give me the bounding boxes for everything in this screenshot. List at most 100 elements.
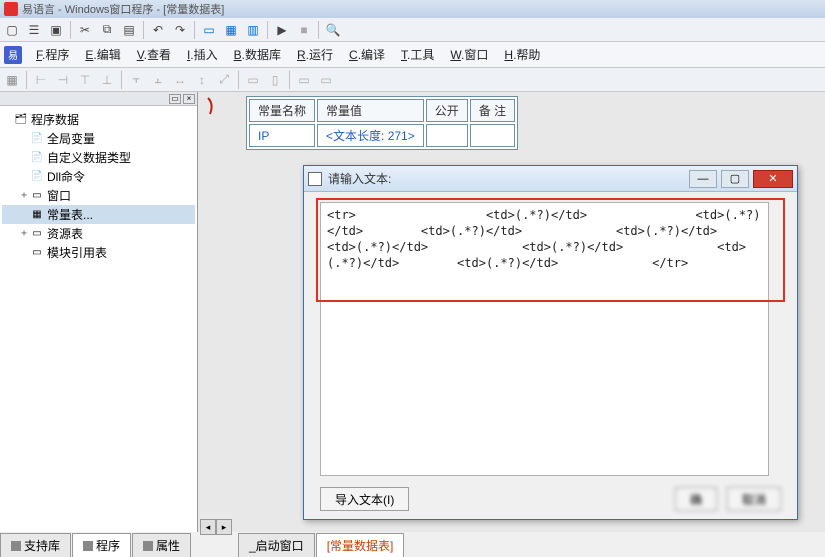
col-public: 公开 bbox=[426, 99, 468, 122]
tree-node-module-refs[interactable]: ▭ 模块引用表 bbox=[2, 243, 195, 262]
window-title-bar: 易语言 - Windows窗口程序 - [常量数据表] bbox=[0, 0, 825, 18]
tree-node-global-vars[interactable]: 📄 全局变量 bbox=[2, 129, 195, 148]
open-file-icon[interactable]: ☰ bbox=[24, 20, 44, 40]
cell-name[interactable]: IP bbox=[249, 124, 315, 147]
menu-compile[interactable]: C.编译 bbox=[341, 42, 393, 67]
paste-icon[interactable]: ▤ bbox=[119, 20, 139, 40]
grid-icon[interactable]: ▦ bbox=[2, 70, 22, 90]
tree-root[interactable]: 🗂 程序数据 bbox=[2, 110, 195, 129]
secondary-toolbar: ▦ ⊢ ⊣ ⊤ ⊥ ⫟ ⫠ ↔ ↕ ⤢ ▭ ▯ ▭ ▭ bbox=[0, 68, 825, 92]
tree-node-resources[interactable]: + ▭ 资源表 bbox=[2, 224, 195, 243]
prog-icon bbox=[83, 541, 93, 551]
tile-icon[interactable]: ▦ bbox=[221, 20, 241, 40]
maximize-button[interactable]: ▢ bbox=[721, 170, 749, 188]
stop-icon[interactable]: ■ bbox=[294, 20, 314, 40]
scroll-buttons: ◂ ▸ bbox=[200, 519, 232, 535]
dialog-icon bbox=[308, 172, 322, 186]
col-remark: 备 注 bbox=[470, 99, 515, 122]
menu-edit[interactable]: E.编辑 bbox=[77, 42, 128, 67]
find-icon[interactable]: 🔍 bbox=[323, 20, 343, 40]
folder-icon: ▭ bbox=[30, 190, 44, 202]
window-title: 易语言 - Windows窗口程序 - [常量数据表] bbox=[22, 1, 224, 17]
menu-help[interactable]: H.帮助 bbox=[496, 42, 548, 67]
save-icon[interactable]: ▣ bbox=[46, 20, 66, 40]
ok-button[interactable]: 确 bbox=[675, 487, 717, 511]
table-icon: ▦ bbox=[30, 209, 44, 221]
tab-properties[interactable]: 属性 bbox=[132, 533, 191, 557]
highlight-annotation bbox=[316, 198, 785, 302]
align-top-icon[interactable]: ⊤ bbox=[75, 70, 95, 90]
cut-icon[interactable]: ✂ bbox=[75, 20, 95, 40]
menu-tools[interactable]: T.工具 bbox=[393, 42, 442, 67]
new-file-icon[interactable]: ▢ bbox=[2, 20, 22, 40]
root-icon: 🗂 bbox=[14, 114, 28, 126]
cell-public[interactable] bbox=[426, 124, 468, 147]
scroll-left-icon[interactable]: ◂ bbox=[200, 519, 216, 535]
constants-table[interactable]: 常量名称 常量值 公开 备 注 IP <文本长度: 271> bbox=[246, 96, 518, 150]
scroll-right-icon[interactable]: ▸ bbox=[216, 519, 232, 535]
import-text-button[interactable]: 导入文本(I) bbox=[320, 487, 409, 511]
cell-remark[interactable] bbox=[470, 124, 515, 147]
bring-front-icon[interactable]: ▭ bbox=[243, 70, 263, 90]
tree-node-dll[interactable]: 📄 Dll命令 bbox=[2, 167, 195, 186]
project-tree-panel: ▭ × 🗂 程序数据 📄 全局变量 📄 自定义数据类型 📄 Dll命令 bbox=[0, 92, 198, 532]
doc-icon: 📄 bbox=[30, 171, 44, 183]
tree-root-label: 程序数据 bbox=[31, 111, 79, 128]
menu-window[interactable]: W.窗口 bbox=[442, 42, 496, 67]
input-text-dialog: 请输入文本: — ▢ ✕ <tr> <td>(.*?)</td> <td>(.*… bbox=[303, 165, 798, 520]
menu-program[interactable]: F.程序 bbox=[28, 42, 77, 67]
dialog-body: <tr> <td>(.*?)</td> <td>(.*?)</td> <td>(… bbox=[304, 192, 797, 482]
expand-icon[interactable]: + bbox=[18, 228, 30, 239]
same-height-icon[interactable]: ↕ bbox=[192, 70, 212, 90]
cancel-button[interactable]: 取消 bbox=[727, 487, 781, 511]
app-logo-icon bbox=[4, 2, 18, 16]
table-row[interactable]: IP <文本长度: 271> bbox=[249, 124, 515, 147]
align-left-icon[interactable]: ⊢ bbox=[31, 70, 51, 90]
align-right-icon[interactable]: ⊣ bbox=[53, 70, 73, 90]
run-icon[interactable]: ▶ bbox=[272, 20, 292, 40]
dialog-title-bar[interactable]: 请输入文本: — ▢ ✕ bbox=[304, 166, 797, 192]
copy-icon[interactable]: ⧉ bbox=[97, 20, 117, 40]
menu-run[interactable]: R.运行 bbox=[289, 42, 341, 67]
col-value: 常量值 bbox=[317, 99, 424, 122]
close-button[interactable]: ✕ bbox=[753, 170, 793, 188]
tree-node-const-table[interactable]: ▦ 常量表... bbox=[2, 205, 195, 224]
menu-view[interactable]: V.查看 bbox=[129, 42, 179, 67]
tree-node-windows[interactable]: + ▭ 窗口 bbox=[2, 186, 195, 205]
project-tree: 🗂 程序数据 📄 全局变量 📄 自定义数据类型 📄 Dll命令 + ▭ 窗口 bbox=[0, 106, 197, 266]
minimize-button[interactable]: — bbox=[689, 170, 717, 188]
lock-icon[interactable]: ▭ bbox=[294, 70, 314, 90]
center-v-icon[interactable]: ⫠ bbox=[148, 70, 168, 90]
left-bottom-tabs: 支持库 程序 属性 bbox=[0, 535, 192, 557]
panel-close-icon[interactable]: × bbox=[183, 94, 195, 104]
tab-const-data-table[interactable]: [常量数据表] bbox=[316, 533, 405, 557]
dialog-title: 请输入文本: bbox=[328, 170, 689, 187]
tab-startup-window[interactable]: _启动窗口 bbox=[238, 533, 315, 557]
menu-database[interactable]: B.数据库 bbox=[226, 42, 289, 67]
col-name: 常量名称 bbox=[249, 99, 315, 122]
expand-icon[interactable]: + bbox=[18, 190, 30, 201]
same-width-icon[interactable]: ↔ bbox=[170, 70, 190, 90]
lang-logo-icon: 易 bbox=[4, 46, 22, 64]
red-scribble-icon bbox=[206, 96, 216, 116]
doc-icon: 📄 bbox=[30, 133, 44, 145]
folder-icon: ▭ bbox=[30, 228, 44, 240]
same-size-icon[interactable]: ⤢ bbox=[214, 70, 234, 90]
tree-node-custom-types[interactable]: 📄 自定义数据类型 bbox=[2, 148, 195, 167]
align-bottom-icon[interactable]: ⊥ bbox=[97, 70, 117, 90]
window-icon[interactable]: ▭ bbox=[199, 20, 219, 40]
doc-icon: 📄 bbox=[30, 152, 44, 164]
cell-value[interactable]: <文本长度: 271> bbox=[317, 124, 424, 147]
center-h-icon[interactable]: ⫟ bbox=[126, 70, 146, 90]
send-back-icon[interactable]: ▯ bbox=[265, 70, 285, 90]
panel-dock-icon[interactable]: ▭ bbox=[169, 94, 181, 104]
lib-icon bbox=[11, 541, 21, 551]
menu-insert[interactable]: I.插入 bbox=[179, 42, 226, 67]
tab-support-libs[interactable]: 支持库 bbox=[0, 533, 71, 557]
tab-order-icon[interactable]: ▭ bbox=[316, 70, 336, 90]
cascade-icon[interactable]: ▥ bbox=[243, 20, 263, 40]
folder-icon: ▭ bbox=[30, 247, 44, 259]
undo-icon[interactable]: ↶ bbox=[148, 20, 168, 40]
tab-program[interactable]: 程序 bbox=[72, 533, 131, 557]
redo-icon[interactable]: ↷ bbox=[170, 20, 190, 40]
